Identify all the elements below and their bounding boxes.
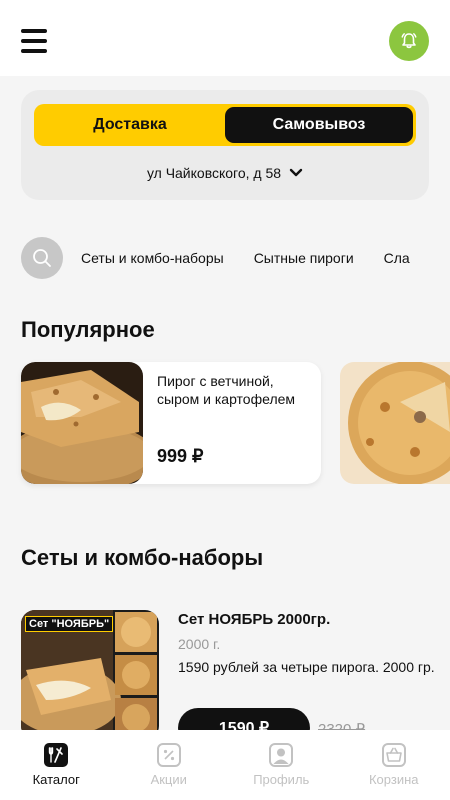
pie-ham-cheese-image [21, 362, 143, 484]
category-scroller: Сеты и комбо-наборы Сытные пироги Сла [21, 237, 450, 279]
top-bar [0, 0, 450, 76]
nav-catalog-label: Каталог [32, 772, 80, 787]
search-button[interactable] [21, 237, 63, 279]
popular-title: Популярное [21, 317, 155, 342]
profile-icon [269, 743, 294, 767]
pickup-option[interactable]: Самовывоз [225, 107, 413, 143]
pie-image [340, 362, 450, 484]
nav-promos[interactable]: Акции [113, 730, 226, 800]
set-weight: 2000 г. [178, 636, 221, 652]
category-pies[interactable]: Сытные пироги [254, 250, 354, 266]
delivery-mode-toggle: Доставка Самовывоз [34, 104, 416, 146]
percent-badge-icon [156, 743, 181, 767]
popular-product-name: Пирог с ветчиной, сыром и картофелем [157, 373, 296, 407]
popular-product-price: 999 ₽ [157, 446, 204, 466]
category-sweet[interactable]: Сла [384, 250, 410, 266]
notifications-button[interactable] [389, 21, 429, 61]
category-sets[interactable]: Сеты и комбо-наборы [81, 250, 224, 266]
set-description: 1590 рублей за четыре пирога. 2000 гр. [178, 659, 435, 675]
search-icon [33, 249, 51, 267]
nav-cart-label: Корзина [368, 772, 419, 787]
nav-cart[interactable]: Корзина [338, 730, 450, 800]
nav-catalog[interactable]: Каталог [0, 730, 113, 800]
bell-icon [401, 33, 417, 49]
nav-profile-label: Профиль [253, 772, 310, 787]
set-image-label: Сет "НОЯБРЬ" [25, 616, 114, 632]
bottom-navigation: Каталог Акции Профиль Корзина [0, 730, 450, 800]
catalog-fork-knife-icon [44, 743, 69, 767]
set-november-image[interactable]: Сет "НОЯБРЬ" [21, 610, 159, 740]
address-text: ул Чайковского, д 58 [146, 165, 282, 181]
sets-title: Сеты и комбо-наборы [21, 545, 264, 570]
chevron-down-icon [289, 168, 303, 177]
delivery-card: Доставка Самовывоз ул Чайковского, д 58 [21, 90, 429, 200]
nav-profile[interactable]: Профиль [225, 730, 338, 800]
popular-product-card-partial[interactable] [340, 362, 450, 484]
delivery-option[interactable]: Доставка [37, 107, 223, 143]
address-selector[interactable]: ул Чайковского, д 58 [21, 162, 429, 184]
nav-promos-label: Акции [150, 772, 187, 787]
popular-product-card[interactable]: Пирог с ветчиной, сыром и картофелем 999… [21, 362, 321, 484]
basket-icon [381, 743, 406, 767]
hamburger-menu-icon[interactable] [21, 29, 47, 53]
set-name: Сет НОЯБРЬ 2000гр. [178, 611, 331, 628]
